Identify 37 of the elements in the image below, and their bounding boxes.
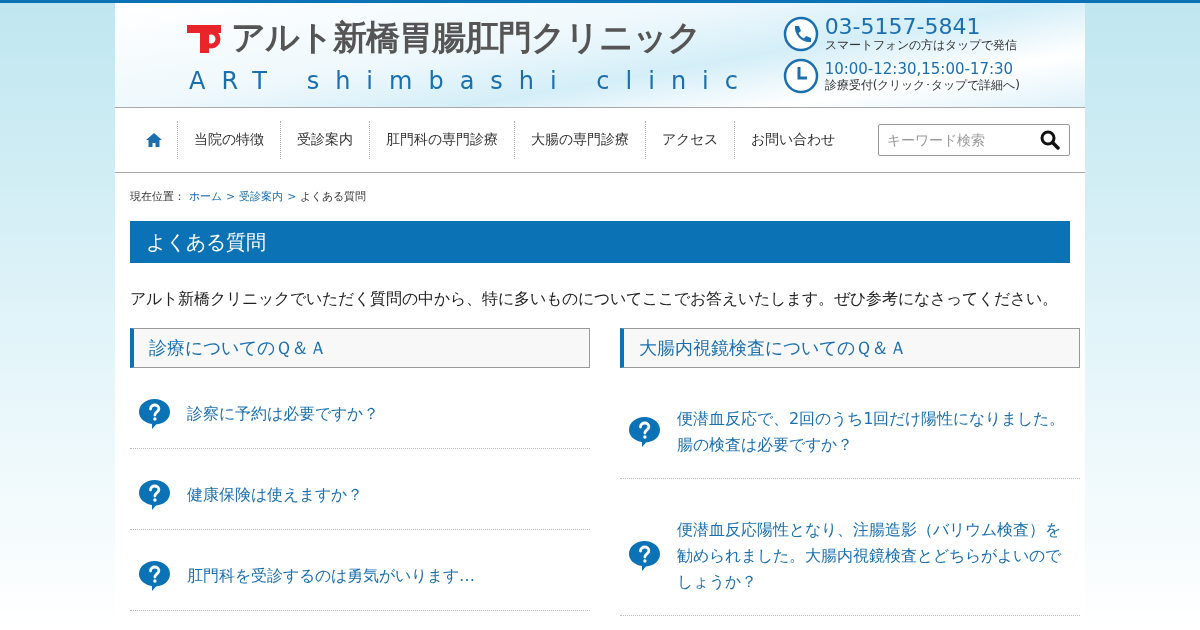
hours-note: 診療受付(クリック･タップで詳細へ): [824, 78, 1020, 92]
phone-note: スマートフォンの方はタップで発信: [824, 38, 1017, 52]
section-heading: 診療についてのＱ＆Ａ: [130, 328, 590, 368]
nav-item[interactable]: アクセス: [645, 121, 734, 159]
nav-item[interactable]: 肛門科の専門診療: [369, 121, 514, 159]
logo-subtitle: ART shimbashi clinic: [188, 67, 754, 95]
question-link[interactable]: 診察に予約は必要ですか？: [187, 401, 582, 427]
clock-icon: [782, 58, 819, 94]
nav-item[interactable]: 当院の特徴: [177, 121, 280, 159]
search-icon[interactable]: [1040, 130, 1060, 150]
search-field[interactable]: キーワード検索: [878, 124, 1070, 156]
question-link[interactable]: 健康保険は使えますか？: [187, 482, 582, 508]
question-link[interactable]: 肛門科を受診するのは勇気がいります…: [187, 563, 582, 589]
nav-item[interactable]: お問い合わせ: [734, 121, 851, 159]
question-link[interactable]: 便潜血反応で、2回のうち1回だけ陽性になりました。腸の検査は必要ですか？: [677, 406, 1072, 458]
section-heading: 大腸内視鏡検査についてのＱ＆Ａ: [620, 328, 1080, 368]
breadcrumb-label: 現在位置：: [130, 189, 185, 204]
breadcrumb-separator: >: [226, 190, 236, 203]
question-bubble-icon: [138, 479, 171, 511]
home-icon: [145, 132, 163, 148]
breadcrumb-link[interactable]: 受診案内: [239, 189, 284, 204]
phone-icon: [782, 16, 819, 52]
page-title: よくある質問: [130, 221, 1070, 263]
breadcrumb-current: よくある質問: [300, 189, 367, 204]
question-bubble-icon: [628, 540, 661, 572]
intro-text: アルト新橋クリニックでいただく質問の中から、特に多いものについてここでお答えいたします。ぜひ参考になさってください。: [130, 289, 1059, 310]
nav-item[interactable]: 受診案内: [280, 121, 369, 159]
question-bubble-icon: [628, 416, 661, 448]
breadcrumb-link[interactable]: ホーム: [189, 189, 222, 204]
breadcrumb-separator: >: [287, 190, 297, 203]
question-bubble-icon: [138, 560, 171, 592]
phone-number[interactable]: 03-5157-5841: [824, 16, 1017, 38]
nav-item[interactable]: 大腸の専門診療: [514, 121, 645, 159]
opening-hours[interactable]: 10:00-12:30,15:00-17:30: [824, 60, 1020, 78]
logo-title[interactable]: アルト新橋胃腸肛門クリニック: [231, 15, 701, 61]
question-link[interactable]: 便潜血反応陽性となり、注腸造影（バリウム検査）を勧められました。大腸内視鏡検査とどちらがよいのでしょうか？: [677, 517, 1072, 595]
question-bubble-icon: [138, 398, 171, 430]
